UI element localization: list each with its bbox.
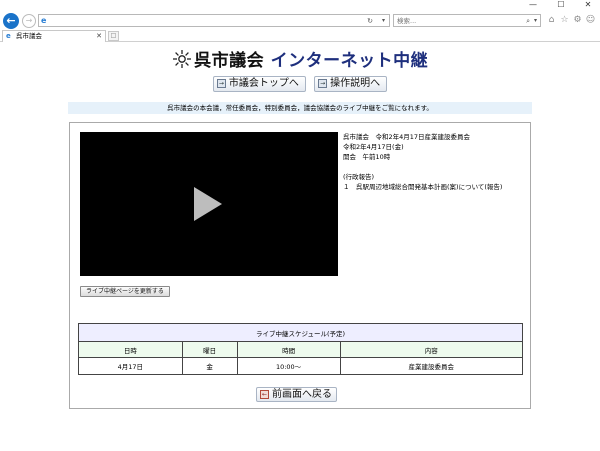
search-box: ⌕ ▾ [393, 14, 541, 27]
schedule-header-date: 日時 [78, 341, 183, 358]
notice-banner: 呉市議会の本会議，常任委員会，特別委員会，議会協議会のライブ中継をご覧になれます… [68, 102, 532, 114]
search-input[interactable] [394, 15, 504, 26]
session-info-spacer [343, 162, 523, 172]
minimize-icon[interactable]: — [526, 1, 540, 9]
ie-logo-icon: e [41, 16, 47, 25]
schedule-cell-content: 産業建設委員会 [339, 357, 524, 375]
page-title: 呉市議会 インターネット中継 [194, 46, 428, 71]
council-top-label: 市議会トップへ [228, 78, 299, 89]
video-player[interactable] [80, 132, 338, 276]
arrow-left-icon: ← [260, 390, 269, 399]
top-nav-buttons: → 市議会トップへ → 操作説明へ [0, 76, 600, 94]
session-info-line: 開会 午前10時 [343, 153, 391, 161]
address-bar[interactable]: e ↻ ▾ [38, 14, 390, 27]
tab-title: 呉市議会 [16, 32, 42, 40]
session-info-line: 呉市議会 令和2年4月17日産業建設委員会 [343, 133, 471, 141]
session-info: 呉市議会 令和2年4月17日産業建設委員会 令和2年4月17日(金) 開会 午前… [343, 132, 523, 192]
arrow-right-icon: → [216, 79, 226, 88]
table-row: 4月17日 金 10:00〜 産業建設委員会 [78, 357, 524, 375]
site-logo: 呉市議会 インターネット中継 [0, 46, 600, 72]
help-label: 操作説明へ [330, 78, 381, 89]
live-broadcast-panel: 呉市議会 令和2年4月17日産業建設委員会 令和2年4月17日(金) 開会 午前… [69, 122, 531, 409]
smiley-icon[interactable]: ☺ [585, 14, 596, 26]
back-arrow-icon[interactable]: ← [3, 13, 19, 29]
schedule-header-weekday: 曜日 [181, 341, 238, 358]
play-icon[interactable] [194, 187, 222, 221]
home-icon[interactable]: ⌂ [546, 14, 557, 26]
maximize-icon[interactable]: ☐ [554, 1, 568, 9]
star-icon[interactable]: ☆ [559, 14, 570, 26]
search-dropdown-icon[interactable]: ▾ [534, 16, 537, 26]
page-title-sub: インターネット中継 [270, 51, 429, 71]
page-title-main: 呉市議会 [194, 51, 265, 71]
window-titlebar: — ☐ ✕ [0, 0, 600, 10]
gear-icon[interactable]: ⚙ [572, 14, 583, 26]
session-info-line: １ 呉駅周辺地域総合開発基本計画(案)について(報告) [343, 183, 503, 191]
back-to-previous-button[interactable]: ← 前画面へ戻る [256, 387, 337, 402]
arrow-right-icon: → [318, 79, 328, 88]
schedule-header-content: 内容 [339, 341, 524, 358]
help-button[interactable]: → 操作説明へ [314, 76, 388, 92]
close-window-icon[interactable]: ✕ [581, 1, 595, 9]
session-info-line: 令和2年4月17日(金) [343, 143, 404, 151]
session-info-line: (行政報告) [343, 173, 375, 181]
tab-current[interactable]: e 呉市議会 ✕ [2, 30, 106, 42]
city-emblem-icon [172, 49, 191, 68]
back-to-previous-label: 前画面へ戻る [272, 389, 332, 400]
search-icon[interactable]: ⌕ [526, 16, 530, 26]
schedule-cell-time: 10:00〜 [236, 357, 341, 375]
schedule-caption: ライブ中継スケジュール(予定) [78, 323, 523, 342]
schedule-cell-date: 4月17日 [78, 357, 183, 375]
tab-strip: e 呉市議会 ✕ □ [0, 30, 600, 42]
schedule-header-time: 時間 [236, 341, 341, 358]
reload-icon[interactable]: ↻ [367, 16, 373, 26]
forward-arrow-icon[interactable]: → [22, 14, 36, 28]
close-tab-icon[interactable]: ✕ [96, 32, 102, 41]
schedule-table: ライブ中継スケジュール(予定) 日時 曜日 時間 内容 4月17日 金 10:0… [78, 323, 524, 375]
address-dropdown-icon[interactable]: ▾ [382, 16, 385, 26]
refresh-live-button[interactable]: ライブ中継ページを更新する [80, 286, 170, 297]
ie-logo-icon: e [6, 32, 11, 40]
new-tab-icon[interactable]: □ [108, 31, 119, 41]
council-top-button[interactable]: → 市議会トップへ [212, 76, 306, 92]
schedule-cell-weekday: 金 [181, 357, 238, 375]
